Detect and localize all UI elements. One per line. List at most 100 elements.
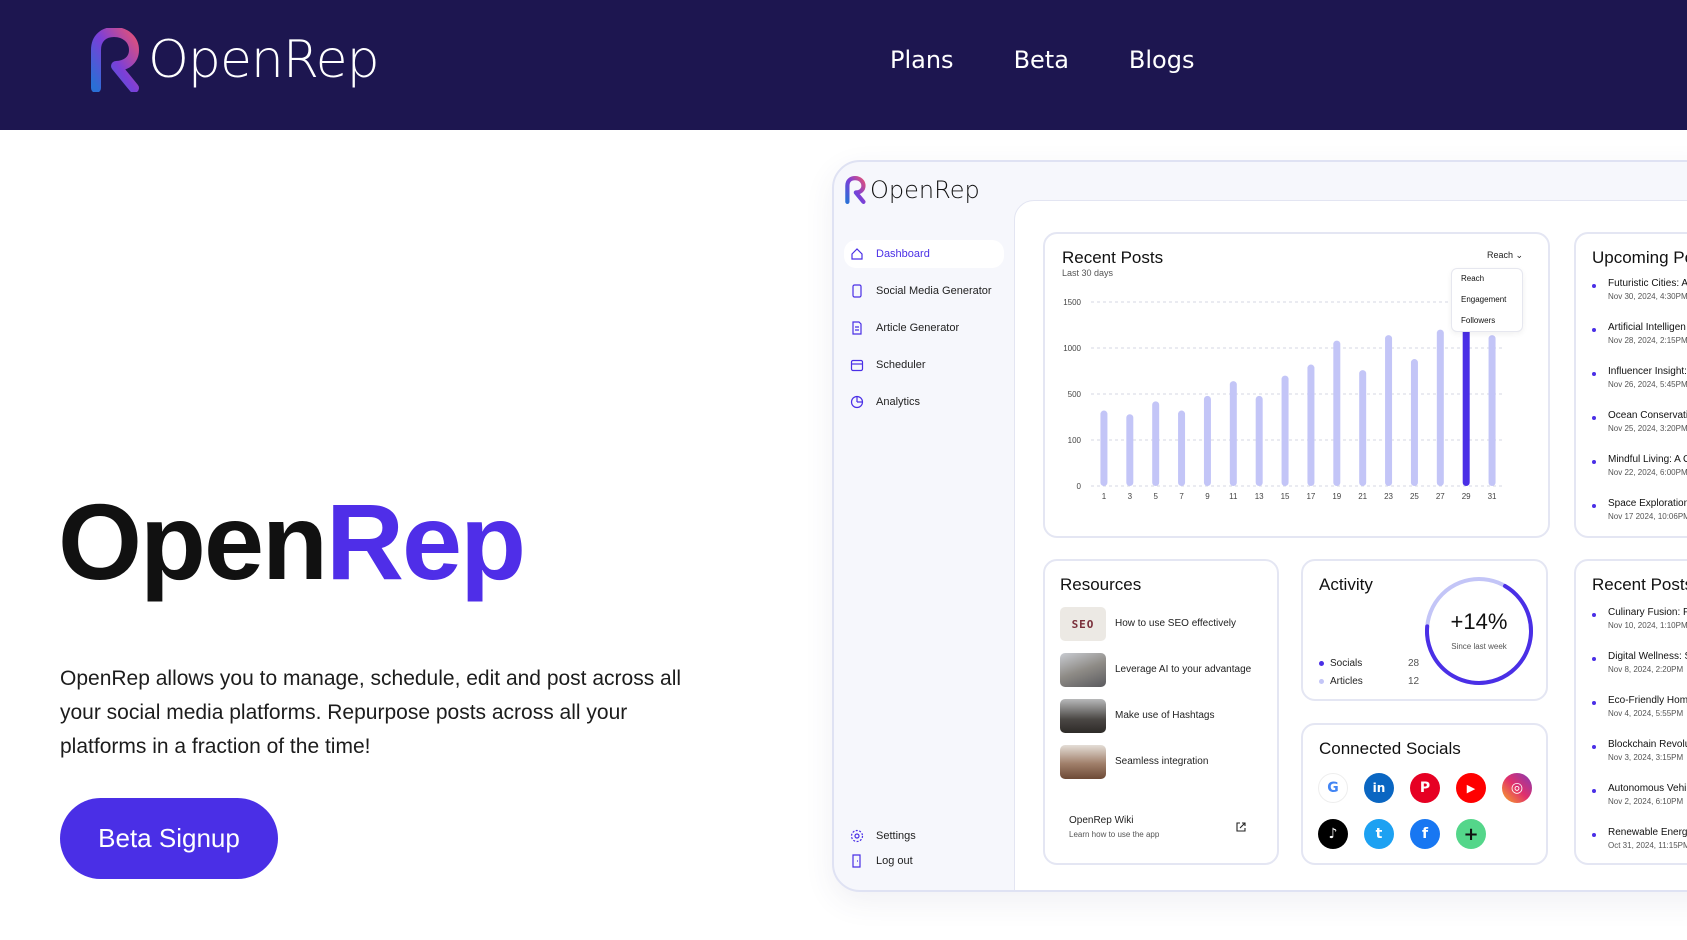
nav-link-plans[interactable]: Plans <box>890 46 954 74</box>
chart-bar[interactable] <box>1203 395 1211 486</box>
sidebar-item-article-generator[interactable]: Article Generator <box>844 314 1004 342</box>
sidebar-item-social-media-generator[interactable]: Social Media Generator <box>844 277 1004 305</box>
nav-link-beta[interactable]: Beta <box>1014 46 1069 74</box>
instagram-icon[interactable]: ◎ <box>1502 773 1532 803</box>
post-title: Space Exploration <box>1608 498 1687 509</box>
post-title: Futuristic Cities: A <box>1608 278 1687 289</box>
chart-bar[interactable] <box>1385 335 1393 486</box>
hero-title-part-2: Rep <box>326 481 526 602</box>
twitter-icon[interactable]: t <box>1364 819 1394 849</box>
list-item[interactable]: Influencer Insight: Nov 26, 2024, 5:45PM <box>1592 366 1687 410</box>
list-item[interactable]: Seamless integration <box>1060 745 1265 779</box>
add-icon[interactable]: + <box>1456 819 1486 849</box>
list-item[interactable]: Artificial Intelligen Nov 28, 2024, 2:15P… <box>1592 322 1687 366</box>
pinterest-icon[interactable]: P <box>1410 773 1440 803</box>
chart-bar[interactable] <box>1307 364 1315 486</box>
chart-bar[interactable] <box>1436 329 1444 486</box>
sidebar-item-scheduler[interactable]: Scheduler <box>844 351 1004 379</box>
resource-label: Leverage AI to your advantage <box>1115 664 1252 675</box>
chart-bar[interactable] <box>1462 324 1470 486</box>
dropdown-option-engagement[interactable]: Engagement <box>1452 290 1522 311</box>
sidebar-item-settings[interactable]: Settings <box>844 822 1004 850</box>
list-item[interactable]: Futuristic Cities: A Nov 30, 2024, 4:30PM <box>1592 278 1687 322</box>
gear-icon <box>850 829 864 843</box>
facebook-icon[interactable]: f <box>1410 819 1440 849</box>
list-item[interactable]: Space Exploration Nov 17 2024, 10:06PM <box>1592 498 1687 542</box>
post-date: Nov 4, 2024, 5:55PM <box>1608 709 1684 718</box>
activity-progress-ring: +14% Since last week <box>1425 577 1533 685</box>
list-item[interactable]: SEO How to use SEO effectively <box>1060 607 1265 641</box>
sidebar-item-label: Social Media Generator <box>876 285 992 297</box>
chart-bar[interactable] <box>1100 410 1108 486</box>
chart-bar[interactable] <box>1488 335 1496 486</box>
seo-tag: SEO <box>1071 617 1095 631</box>
post-title: Mindful Living: A G <box>1608 454 1687 465</box>
list-item[interactable]: Renewable Energ Oct 31, 2024, 11:15PM <box>1592 827 1687 871</box>
linkedin-icon[interactable]: in <box>1364 773 1394 803</box>
connected-socials-card: Connected Socials G in P ▶ ◎ ♪ t f + <box>1301 723 1548 865</box>
recent-posts-card: 0 100 500 1000 1500 1 3 5 7 9 11 13 15 17 19 21 23 25 27 29… <box>1043 232 1550 538</box>
resources-card: Resources SEO How to use SEO effectively… <box>1043 559 1279 865</box>
google-icon[interactable]: G <box>1318 773 1348 803</box>
chart-bar[interactable] <box>1229 381 1237 486</box>
list-item[interactable]: Mindful Living: A G Nov 22, 2024, 6:00PM <box>1592 454 1687 498</box>
recent-posts-list-card: Recent Posts Culinary Fusion: F Nov 10, 2… <box>1574 559 1687 865</box>
beta-signup-button[interactable]: Beta Signup <box>60 798 278 879</box>
nav-link-blogs[interactable]: Blogs <box>1129 46 1195 74</box>
nav-links: Plans Beta Blogs <box>890 46 1194 74</box>
recent-posts-list: Culinary Fusion: F Nov 10, 2024, 1:10PM D… <box>1592 607 1687 871</box>
x-tick-label: 21 <box>1358 492 1367 501</box>
sidebar-item-logout[interactable]: Log out <box>844 847 1004 875</box>
list-item[interactable]: Autonomous Vehi Nov 2, 2024, 6:10PM <box>1592 783 1687 827</box>
recent-posts-list-title: Recent Posts <box>1592 575 1687 594</box>
activity-legend: Socials 28 Articles 12 <box>1319 654 1419 690</box>
resources-list: SEO How to use SEO effectively Leverage … <box>1060 607 1265 791</box>
recent-posts-subtitle: Last 30 days <box>1062 268 1114 278</box>
brand-logo[interactable]: OpenRep <box>88 28 380 92</box>
chart-bar[interactable] <box>1152 401 1160 486</box>
sidebar: Dashboard Social Media Generator Article… <box>844 240 1004 425</box>
list-item[interactable]: Ocean Conservati Nov 25, 2024, 3:20PM <box>1592 410 1687 454</box>
list-item[interactable]: Make use of Hashtags <box>1060 699 1265 733</box>
dropdown-option-reach[interactable]: Reach <box>1452 269 1522 290</box>
activity-value: +14% <box>1451 609 1508 634</box>
y-tick-label: 100 <box>1068 436 1082 445</box>
legend-label: Socials <box>1330 657 1363 669</box>
upcoming-posts-list: Futuristic Cities: A Nov 30, 2024, 4:30PM… <box>1592 278 1687 542</box>
openrep-logo-icon <box>845 176 866 204</box>
chart-bar[interactable] <box>1333 340 1341 486</box>
list-item[interactable]: Digital Wellness: S Nov 8, 2024, 2:20PM <box>1592 651 1687 695</box>
chart-bar[interactable] <box>1359 370 1367 486</box>
chart-bar[interactable] <box>1126 414 1134 486</box>
upcoming-posts-title: Upcoming Po <box>1592 248 1687 267</box>
sidebar-item-analytics[interactable]: Analytics <box>844 388 1004 416</box>
connected-socials-title: Connected Socials <box>1319 739 1461 758</box>
hero-title: OpenRep <box>58 488 526 596</box>
chart-bar[interactable] <box>1410 359 1418 486</box>
legend-value: 12 <box>1408 675 1420 687</box>
brand-name: OpenRep <box>148 30 380 90</box>
legend-dot <box>1319 660 1324 666</box>
chart-bar[interactable] <box>1178 410 1186 486</box>
metric-dropdown-value: Reach <box>1487 250 1514 260</box>
chart-bar[interactable] <box>1281 375 1289 486</box>
tiktok-icon[interactable]: ♪ <box>1318 819 1348 849</box>
chart-bar[interactable] <box>1255 395 1263 486</box>
post-date: Nov 25, 2024, 3:20PM <box>1608 424 1687 433</box>
post-title: Ocean Conservati <box>1608 410 1687 421</box>
pie-chart-icon <box>850 395 864 409</box>
sidebar-item-dashboard[interactable]: Dashboard <box>844 240 1004 268</box>
external-link-icon[interactable] <box>1235 821 1247 833</box>
post-title: Eco-Friendly Hom <box>1608 695 1687 706</box>
metric-dropdown[interactable]: Reach ⌄ <box>1487 250 1523 261</box>
x-tick-label: 19 <box>1332 492 1341 501</box>
dropdown-option-followers[interactable]: Followers <box>1452 311 1522 332</box>
list-item[interactable]: Leverage AI to your advantage <box>1060 653 1265 687</box>
list-item[interactable]: Culinary Fusion: F Nov 10, 2024, 1:10PM <box>1592 607 1687 651</box>
youtube-icon[interactable]: ▶ <box>1456 773 1486 803</box>
wiki-link[interactable]: OpenRep Wiki Learn how to use the app <box>1069 815 1159 839</box>
list-item[interactable]: Eco-Friendly Hom Nov 4, 2024, 5:55PM <box>1592 695 1687 739</box>
calendar-icon <box>850 359 864 372</box>
hashtags-thumbnail <box>1060 699 1106 733</box>
list-item[interactable]: Blockchain Revolu Nov 3, 2024, 3:15PM <box>1592 739 1687 783</box>
